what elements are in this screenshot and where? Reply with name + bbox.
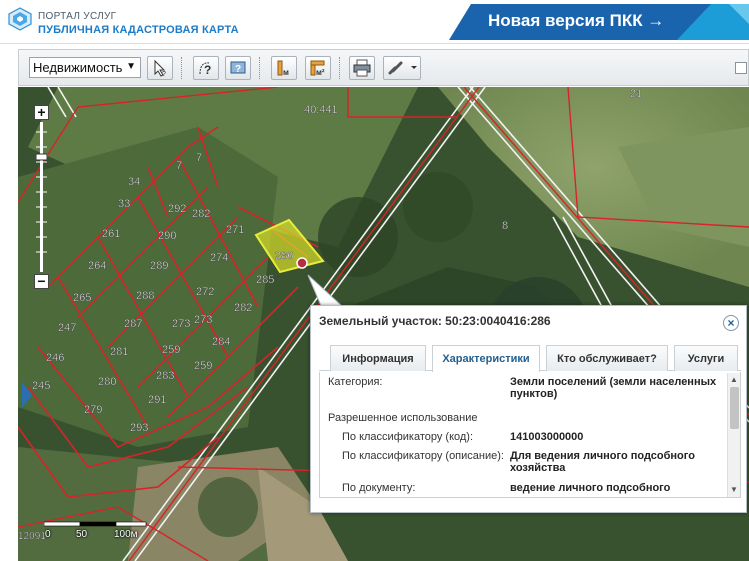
by-code-value: 141003000000 [510,431,584,443]
parcel-label: 264 [88,260,106,272]
characteristics-panel: Категория: Земли поселений (земли населе… [319,372,741,498]
svg-text:?: ? [235,64,241,75]
parcel-label: 273 [194,314,212,326]
parcel-label: 286 [275,250,293,262]
svg-text:м²: м² [316,68,325,77]
svg-text:?: ? [162,71,166,77]
new-version-link[interactable]: Новая версия ПКК → [488,11,664,31]
app-header: ПОРТАЛ УСЛУГ ПУБЛИЧНАЯ КАДАСТРОВАЯ КАРТА… [0,0,749,44]
permitted-use-label: Разрешенное использование [328,412,478,424]
parcel-label: 272 [196,286,214,298]
parcel-label: 280 [98,376,116,388]
parcel-label: 245 [32,380,50,392]
tab-characteristics[interactable]: Характеристики [432,345,540,372]
category-label: Категория: [328,376,383,388]
parcel-label: 287 [124,318,142,330]
parcel-label: 40:441 [304,104,338,116]
search-area-icon: ? [230,61,246,75]
parcel-label: 285 [256,274,274,286]
print-icon [353,59,371,77]
select-tool-button[interactable]: ? [147,56,173,80]
svg-text:м: м [283,68,289,77]
parcel-label: 283 [156,370,174,382]
zoom-out-button[interactable]: − [34,274,49,289]
by-document-label: По документу: [342,482,416,494]
print-button[interactable] [349,56,375,80]
parcel-label: 274 [210,252,228,264]
category-value: Земли поселений (земли населенных пункто… [510,376,717,400]
map-toolbar: Недвижимость ▼ ? ? ? м м² [18,49,749,86]
portal-logo-icon[interactable] [8,7,32,31]
parcel-label: 261 [102,228,120,240]
parcel-label: 288 [136,290,154,302]
by-description-value: Для ведения личного подсобного хозяйства [510,450,695,474]
by-description-label: По классификатору (описание): [342,450,504,462]
parcel-label: 33 [118,198,130,210]
identify-icon: ? [199,62,211,77]
scale-label-end: 100м [114,529,138,540]
parcel-label: 259 [194,360,212,372]
parcel-label: 8 [502,220,508,232]
parcel-label: 21 [630,88,642,100]
parcel-label: 291 [148,394,166,406]
parcel-label: 247 [58,322,76,334]
scroll-thumb[interactable] [730,387,739,429]
parcel-marker-icon[interactable] [296,257,308,269]
chevron-down-icon: ▼ [126,61,136,72]
identify-button[interactable]: ? [193,56,219,80]
zoom-slider[interactable] [36,122,47,272]
parcel-label: 12091 [18,531,46,542]
app-title: ПУБЛИЧНАЯ КАДАСТРОВАЯ КАРТА [38,24,239,36]
parcel-label: 259 [162,344,180,356]
parcel-label: 284 [212,336,230,348]
layer-select-value: Недвижимость [33,60,123,75]
scale-label-mid: 50 [76,529,88,540]
parcel-info-popup: Земельный участок: 50:23:0040416:286 × И… [310,305,747,513]
measure-area-icon: м² [310,60,325,77]
tab-who-serves[interactable]: Кто обслуживает? [546,345,668,371]
scroll-up-icon[interactable]: ▲ [730,375,738,384]
measure-area-button[interactable]: м² [305,56,331,80]
parcel-label: 282 [234,302,252,314]
parcel-label: 265 [73,292,91,304]
tab-services[interactable]: Услуги [674,345,738,371]
parcel-label: 246 [46,352,64,364]
by-document-value: ведение личного подсобного [510,482,671,494]
search-area-button[interactable]: ? [225,56,251,80]
options-checkbox[interactable] [735,62,747,74]
measure-length-button[interactable]: м [271,56,297,80]
parcel-label: 281 [110,346,128,358]
parcel-label: 34 [128,176,140,188]
scroll-down-icon[interactable]: ▼ [730,485,738,494]
portal-label: ПОРТАЛ УСЛУГ [38,11,117,22]
measure-length-icon: м [277,60,289,77]
scale-label-zero: 0 [45,529,51,540]
link-icon [388,61,417,75]
select-arrow-icon: ? [154,59,166,77]
zoom-in-button[interactable]: + [34,105,49,120]
svg-text:?: ? [204,63,211,77]
zoom-control: + − [34,105,50,289]
popup-title: Земельный участок: 50:23:0040416:286 [319,314,551,328]
parcel-label: 293 [130,422,148,434]
parcel-label: 271 [226,224,244,236]
zoom-handle[interactable] [36,153,47,161]
link-button[interactable] [383,56,421,80]
close-icon[interactable]: × [723,315,739,331]
popup-tabs: Информация Характеристики Кто обслуживае… [319,339,741,372]
parcel-label: 292 [168,203,186,215]
by-code-label: По классификатору (код): [342,431,474,443]
parcel-label: 7 [176,160,182,172]
layer-select[interactable]: Недвижимость ▼ [29,57,141,78]
parcel-label: 273 [172,318,190,330]
parcel-label: 279 [84,404,102,416]
tab-information[interactable]: Информация [330,345,426,371]
parcel-label: 282 [192,208,210,220]
popup-scrollbar[interactable]: ▲ ▼ [727,373,740,497]
parcel-label: 289 [150,260,168,272]
parcel-label: 290 [158,230,176,242]
parcel-label: 7 [196,152,202,164]
